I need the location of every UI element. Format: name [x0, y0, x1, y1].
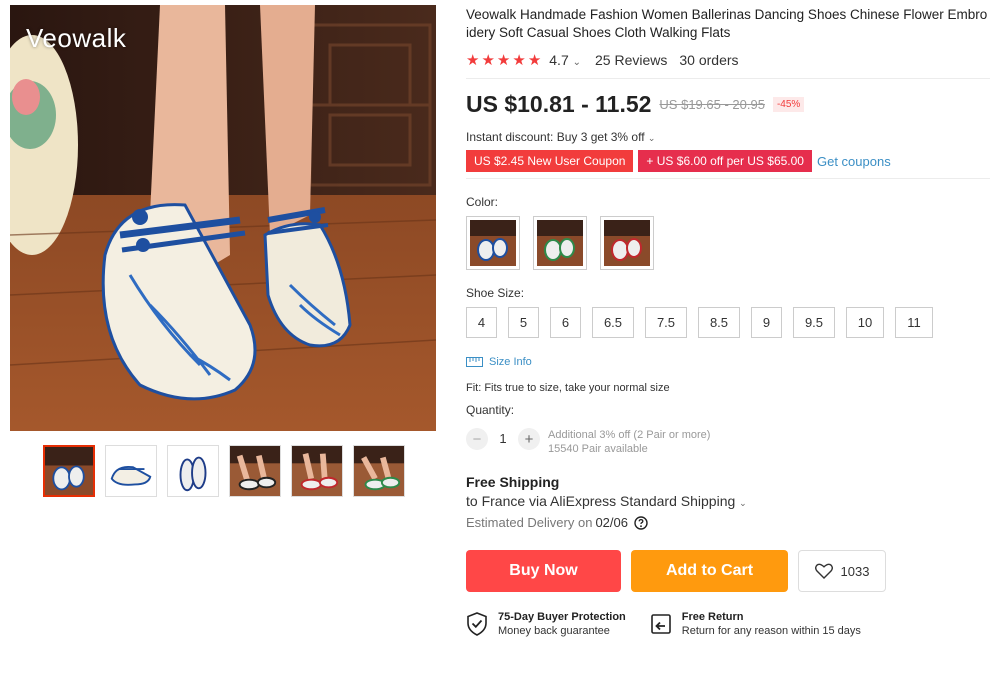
rating-stars: ★ ★ ★ ★ ★	[466, 53, 541, 68]
thumbnail-3[interactable]	[167, 445, 219, 497]
heart-icon	[814, 563, 833, 579]
size-option-8-5[interactable]: 8.5	[698, 307, 740, 338]
size-info-label: Size Info	[489, 356, 532, 368]
size-option-9[interactable]: 9	[751, 307, 782, 338]
star-icon: ★	[496, 51, 511, 69]
thumbnail-5[interactable]	[291, 445, 343, 497]
size-option-4[interactable]: 4	[466, 307, 497, 338]
thumbnail-2[interactable]	[105, 445, 157, 497]
star-icon: ★	[466, 51, 480, 69]
size-option-7-5[interactable]: 7.5	[645, 307, 687, 338]
quantity-minus-button[interactable]: −	[466, 428, 488, 450]
color-options	[466, 216, 990, 270]
return-icon	[650, 614, 671, 634]
return-subtitle: Return for any reason within 15 days	[681, 625, 861, 637]
chevron-down-icon: ⌄	[739, 498, 747, 508]
size-info-link[interactable]: Size Info	[466, 356, 990, 368]
quantity-value[interactable]: 1	[488, 428, 518, 450]
quantity-notes: Additional 3% off (2 Pair or more) 15540…	[548, 428, 710, 456]
chevron-down-icon: ⌄	[572, 57, 582, 68]
new-user-coupon[interactable]: US $2.45 New User Coupon	[466, 150, 634, 172]
guarantees: 75-Day Buyer Protection Money back guara…	[466, 610, 990, 638]
delivery-date: 02/06	[595, 515, 628, 530]
help-icon[interactable]	[634, 515, 648, 530]
color-option-green[interactable]	[533, 216, 587, 270]
size-option-10[interactable]: 10	[846, 307, 884, 338]
shipping-title: Free Shipping	[466, 474, 560, 490]
rating-value: 4.7	[549, 52, 569, 68]
product-photo-illustration	[10, 5, 436, 431]
protection-subtitle: Money back guarantee	[498, 625, 610, 637]
star-icon: ★	[527, 51, 542, 69]
product-title: Veowalk Handmade Fashion Women Ballerina…	[466, 7, 988, 40]
reviews-link[interactable]: 25 Reviews	[595, 52, 667, 68]
star-icon: ★	[512, 51, 526, 69]
wishlist-button[interactable]: 1033	[798, 550, 886, 592]
thumbnail-strip	[43, 445, 405, 497]
shield-check-icon	[467, 612, 487, 636]
color-label: Color:	[466, 195, 499, 209]
size-options: 4 5 6 6.5 7.5 8.5 9 9.5 10 11	[466, 307, 990, 338]
get-coupons-link[interactable]: Get coupons	[817, 154, 891, 169]
divider	[466, 178, 990, 179]
add-to-cart-button[interactable]: Add to Cart	[631, 550, 788, 592]
price-row: US $10.81 - 11.52 US $19.65 - 20.95 -45%	[466, 91, 990, 118]
rating-row: ★ ★ ★ ★ ★ 4.7 ⌄ 25 Reviews 30 orders	[466, 52, 990, 68]
return-title: Free Return	[681, 611, 744, 623]
thumbnail-1[interactable]	[43, 445, 95, 497]
wishlist-count: 1033	[840, 563, 870, 579]
shipping-destination: to France via AliExpress Standard Shippi…	[466, 493, 736, 509]
shoe-size-label: Shoe Size:	[466, 286, 525, 300]
star-icon: ★	[481, 51, 495, 69]
quantity-plus-button[interactable]: +	[518, 428, 540, 450]
buy-now-button[interactable]: Buy Now	[466, 550, 621, 592]
size-option-6-5[interactable]: 6.5	[592, 307, 634, 338]
quantity-available-note: 15540 Pair available	[548, 443, 648, 455]
shipping-destination-dropdown[interactable]: to France via AliExpress Standard Shippi…	[466, 493, 990, 509]
chevron-down-icon: ⌄	[647, 133, 656, 143]
thumbnail-6[interactable]	[353, 445, 405, 497]
thumbnail-4[interactable]	[229, 445, 281, 497]
current-price: US $10.81 - 11.52	[466, 91, 652, 117]
quantity-label: Quantity:	[466, 403, 515, 417]
main-product-image[interactable]: Veowalk	[10, 5, 436, 431]
ruler-icon	[466, 357, 483, 367]
size-option-5[interactable]: 5	[508, 307, 539, 338]
size-option-9-5[interactable]: 9.5	[793, 307, 835, 338]
size-option-11[interactable]: 11	[895, 307, 933, 338]
product-info: Veowalk Handmade Fashion Women Ballerina…	[466, 6, 990, 638]
quantity-discount-note: Additional 3% off (2 Pair or more)	[548, 429, 711, 441]
instant-discount[interactable]: Instant discount: Buy 3 get 3% off ⌄	[466, 130, 990, 144]
delivery-label: Estimated Delivery on	[466, 515, 593, 530]
divider	[466, 78, 990, 79]
brand-watermark: Veowalk	[26, 23, 127, 53]
quantity-stepper: − 1 + Additional 3% off (2 Pair or more)…	[466, 428, 990, 456]
original-price: US $19.65 - 20.95	[659, 97, 765, 112]
store-coupon[interactable]: + US $6.00 off per US $65.00	[638, 150, 812, 172]
free-return: Free Return Return for any reason within…	[650, 610, 861, 638]
coupons-row: US $2.45 New User Coupon + US $6.00 off …	[466, 150, 990, 172]
color-option-red[interactable]	[600, 216, 654, 270]
orders-count: 30 orders	[679, 52, 739, 68]
color-option-blue[interactable]	[466, 216, 520, 270]
discount-badge: -45%	[772, 97, 805, 112]
store-coupon-text: US $6.00 off per US $65.00	[656, 154, 804, 168]
delivery-estimate: Estimated Delivery on 02/06	[466, 515, 990, 530]
buyer-protection: 75-Day Buyer Protection Money back guara…	[466, 610, 626, 638]
size-option-6[interactable]: 6	[550, 307, 581, 338]
action-buttons: Buy Now Add to Cart 1033	[466, 550, 990, 592]
rating-value-dropdown[interactable]: 4.7 ⌄	[549, 52, 581, 68]
protection-title: 75-Day Buyer Protection	[498, 611, 626, 623]
fit-note: Fit: Fits true to size, take your normal…	[466, 382, 670, 394]
instant-discount-text: Instant discount: Buy 3 get 3% off	[466, 130, 645, 144]
plus-icon: +	[646, 154, 657, 168]
